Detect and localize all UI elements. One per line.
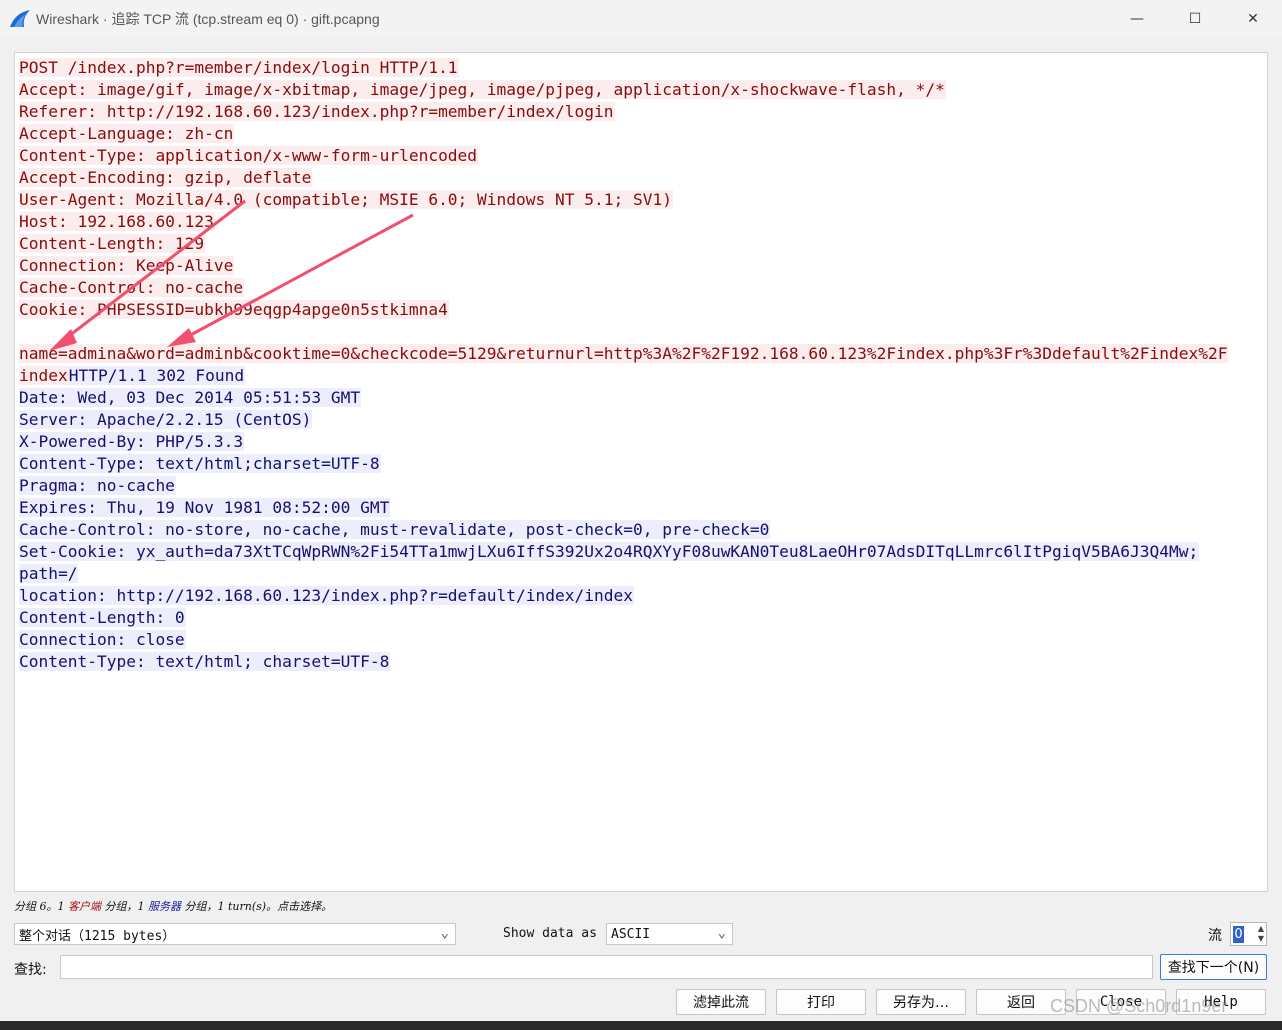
client-text: Accept: image/gif, image/x-xbitmap, imag… — [19, 80, 946, 99]
stream-line: User-Agent: Mozilla/4.0 (compatible; MSI… — [19, 189, 1267, 211]
conversation-select-value: 整个对话（1215 bytes） — [19, 928, 176, 944]
client-text: Cache-Control: no-cache — [19, 278, 245, 297]
stream-line: location: http://192.168.60.123/index.ph… — [19, 585, 1267, 607]
server-text: HTTP/1.1 302 Found — [68, 366, 246, 385]
taskbar-strip — [0, 1021, 1282, 1030]
stream-line: Content-Length: 129 — [19, 233, 1267, 255]
stream-line: Connection: Keep-Alive — [19, 255, 1267, 277]
server-text: path=/ — [19, 564, 79, 583]
stream-status-text[interactable]: 分组 6。1 客户端 分组，1 服务器 分组，1 turn(s)。点击选择。 — [14, 898, 332, 914]
stream-line: Content-Type: text/html;charset=UTF-8 — [19, 453, 1267, 475]
server-text: Content-Type: text/html;charset=UTF-8 — [19, 454, 381, 473]
show-data-label: Show data as — [503, 926, 597, 941]
maximize-button[interactable]: ☐ — [1166, 0, 1224, 38]
status-suffix: 分组，1 turn(s)。点击选择。 — [181, 900, 333, 913]
chevron-down-icon: ⌄ — [717, 925, 726, 941]
status-prefix: 分组 6。1 — [14, 900, 68, 913]
server-text: Expires: Thu, 19 Nov 1981 08:52:00 GMT — [19, 498, 391, 517]
stream-line: name=admina&word=adminb&cooktime=0&check… — [19, 343, 1267, 365]
server-text: Content-Length: 0 — [19, 608, 186, 627]
stream-line: Accept: image/gif, image/x-xbitmap, imag… — [19, 79, 1267, 101]
stream-line: Accept-Language: zh-cn — [19, 123, 1267, 145]
stream-line-mixed: indexHTTP/1.1 302 Found — [19, 365, 1267, 387]
server-text: Pragma: no-cache — [19, 476, 176, 495]
server-text: Content-Type: text/html; charset=UTF-8 — [19, 652, 391, 671]
stream-line: Content-Type: application/x-www-form-url… — [19, 145, 1267, 167]
server-text: Cache-Control: no-store, no-cache, must-… — [19, 520, 771, 539]
filter-out-button[interactable]: 滤掉此流 — [676, 989, 766, 1015]
stream-line: Pragma: no-cache — [19, 475, 1267, 497]
status-server: 服务器 — [148, 900, 181, 913]
status-middle: 分组，1 — [101, 900, 148, 913]
title-bar: Wireshark · 追踪 TCP 流 (tcp.stream eq 0) ·… — [0, 0, 1282, 38]
stream-line: Content-Type: text/html; charset=UTF-8 — [19, 651, 1267, 673]
stream-line: Server: Apache/2.2.15 (CentOS) — [19, 409, 1267, 431]
close-window-button[interactable]: ✕ — [1224, 0, 1282, 38]
stream-line: Expires: Thu, 19 Nov 1981 08:52:00 GMT — [19, 497, 1267, 519]
server-text: Date: Wed, 03 Dec 2014 05:51:53 GMT — [19, 388, 362, 407]
stream-content-area[interactable]: POST /index.php?r=member/index/login HTT… — [14, 52, 1268, 892]
stream-line: Cache-Control: no-cache — [19, 277, 1267, 299]
client-text: Accept-Encoding: gzip, deflate — [19, 168, 313, 187]
stream-line: Referer: http://192.168.60.123/index.php… — [19, 101, 1267, 123]
wireshark-fin-icon — [10, 10, 30, 27]
stream-line — [19, 321, 1267, 343]
stream-number-label: 流 — [1208, 928, 1222, 944]
client-text: Content-Type: application/x-www-form-url… — [19, 146, 479, 165]
stream-number-value: 0 — [1233, 926, 1244, 943]
stream-number-spinbox[interactable]: 0 ▲ ▼ — [1230, 922, 1267, 946]
watermark: CSDN @Sch0rd1n9er — [1050, 996, 1228, 1016]
client-text: POST /index.php?r=member/index/login HTT… — [19, 58, 459, 77]
stream-line: Host: 192.168.60.123 — [19, 211, 1267, 233]
save-as-button[interactable]: 另存为… — [876, 989, 966, 1015]
client-text: Host: 192.168.60.123 — [19, 212, 215, 231]
server-text: location: http://192.168.60.123/index.ph… — [19, 586, 634, 605]
stream-line: Accept-Encoding: gzip, deflate — [19, 167, 1267, 189]
stream-line: Cookie: PHPSESSID=ubkh99eqgp4apge0n5stki… — [19, 299, 1267, 321]
maximize-icon: ☐ — [1188, 11, 1202, 27]
stream-line: X-Powered-By: PHP/5.3.3 — [19, 431, 1267, 453]
minimize-button[interactable]: — — [1108, 0, 1166, 38]
client-form-body: name=admina&word=adminb&cooktime=0&check… — [19, 344, 1229, 363]
spin-down-icon[interactable]: ▼ — [1258, 934, 1264, 944]
conversation-select[interactable]: 整个对话（1215 bytes） ⌄ — [14, 923, 456, 945]
find-input[interactable] — [60, 955, 1153, 979]
stream-line: Cache-Control: no-store, no-cache, must-… — [19, 519, 1267, 541]
status-client: 客户端 — [68, 900, 101, 913]
show-data-value: ASCII — [611, 926, 651, 942]
server-text: Connection: close — [19, 630, 186, 649]
chevron-down-icon: ⌄ — [440, 925, 449, 941]
client-text: Referer: http://192.168.60.123/index.php… — [19, 102, 615, 121]
server-text: Server: Apache/2.2.15 (CentOS) — [19, 410, 313, 429]
show-data-select[interactable]: ASCII ⌄ — [606, 923, 733, 945]
window-title: Wireshark · 追踪 TCP 流 (tcp.stream eq 0) ·… — [36, 11, 380, 27]
client-text: User-Agent: Mozilla/4.0 (compatible; MSI… — [19, 190, 673, 209]
client-text: Connection: Keep-Alive — [19, 256, 235, 275]
stream-line: Set-Cookie: yx_auth=da73XtTCqWpRWN%2Fi54… — [19, 541, 1267, 563]
stream-line: Date: Wed, 03 Dec 2014 05:51:53 GMT — [19, 387, 1267, 409]
print-button[interactable]: 打印 — [776, 989, 866, 1015]
spin-up-icon[interactable]: ▲ — [1258, 924, 1264, 934]
client-text: Content-Length: 129 — [19, 234, 206, 253]
minimize-icon: — — [1130, 11, 1144, 27]
close-icon: ✕ — [1247, 11, 1259, 27]
stream-line: POST /index.php?r=member/index/login HTT… — [19, 57, 1267, 79]
server-text: Set-Cookie: yx_auth=da73XtTCqWpRWN%2Fi54… — [19, 542, 1200, 561]
stream-line: Connection: close — [19, 629, 1267, 651]
client-text: index — [19, 366, 69, 385]
server-text: X-Powered-By: PHP/5.3.3 — [19, 432, 245, 451]
stream-line: path=/ — [19, 563, 1267, 585]
find-next-button[interactable]: 查找下一个(N) — [1160, 954, 1267, 980]
find-label: 查找: — [14, 962, 47, 978]
client-text: Accept-Language: zh-cn — [19, 124, 235, 143]
client-text: Cookie: PHPSESSID=ubkh99eqgp4apge0n5stki… — [19, 300, 449, 319]
window-controls: — ☐ ✕ — [1108, 0, 1282, 38]
stream-line: Content-Length: 0 — [19, 607, 1267, 629]
